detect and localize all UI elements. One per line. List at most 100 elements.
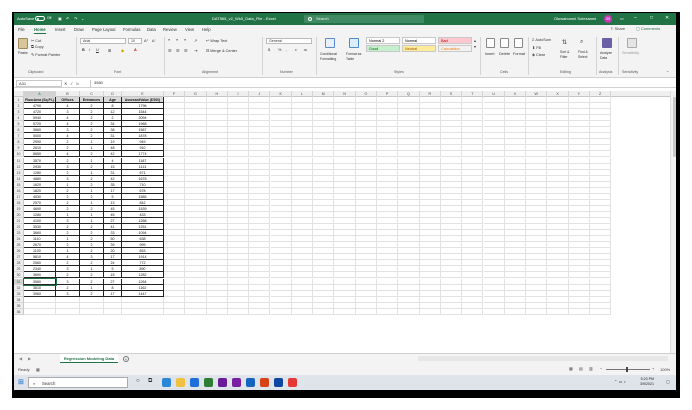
conditional-formatting-icon[interactable] (325, 38, 335, 48)
taskbar-search[interactable]: ⌕ Search (28, 377, 128, 388)
grid-cell[interactable] (56, 308, 80, 315)
customize-qat-icon[interactable]: ⌄ (81, 16, 84, 21)
share-button[interactable]: ⇪ Share (610, 26, 625, 31)
analyze-data-button[interactable]: Analyze Data (600, 51, 616, 61)
grid-cell[interactable] (377, 308, 399, 315)
cell-style-normal-2[interactable]: Normal 2 (366, 37, 400, 44)
grid-cell[interactable] (504, 308, 527, 315)
grid-cell[interactable] (185, 308, 207, 315)
cell-style-good[interactable]: Good (366, 45, 400, 52)
normal-view-icon[interactable]: ▦ (569, 366, 573, 371)
sensitivity-button[interactable]: Sensitivity (622, 51, 639, 55)
outlook-icon[interactable] (274, 378, 283, 387)
merge-center-button[interactable]: ⊟ Merge & Center (206, 48, 237, 53)
indent-icon[interactable]: ⇥ (194, 48, 197, 53)
copy-button[interactable]: ⧉ Copy (31, 45, 44, 49)
tab-home[interactable]: Home (34, 27, 46, 34)
format-cells-icon[interactable] (514, 38, 523, 48)
grid-cell[interactable] (270, 308, 292, 315)
notifications-icon[interactable]: ▢ (666, 379, 670, 384)
delete-button[interactable]: Delete (499, 52, 510, 56)
maximize-button[interactable]: □ (650, 15, 653, 21)
grid-cell[interactable] (291, 308, 314, 315)
conditional-formatting-button[interactable]: Conditional Formatting (320, 52, 346, 62)
worksheet-grid[interactable]: ABCDEFGHIJKLMNOPQRSTUVWXYZ 1 2 3 4 5 6 7 8 9 10 11… (14, 91, 670, 353)
percent-icon[interactable]: % (278, 48, 281, 52)
borders-icon[interactable]: ⊞ (108, 48, 111, 53)
currency-icon[interactable]: $ (268, 48, 270, 52)
word-icon[interactable] (246, 378, 255, 387)
grid-cell[interactable] (122, 308, 164, 315)
grid-cell[interactable] (355, 308, 377, 315)
align-left-icon[interactable]: ☰ (168, 48, 171, 53)
grid-cell[interactable] (462, 308, 484, 315)
grid-cell[interactable] (590, 308, 612, 315)
comma-icon[interactable]: , (286, 48, 287, 52)
tab-page-layout[interactable]: Page Layout (92, 27, 116, 32)
windows-start-icon[interactable]: ⊞ (18, 378, 24, 386)
save-icon[interactable]: ▣ (58, 16, 62, 21)
active-cell[interactable]: 3580 (23, 277, 57, 286)
tab-review[interactable]: Review (163, 27, 177, 32)
cell-style-normal[interactable]: Normal (402, 37, 436, 44)
align-middle-icon[interactable]: ≡ (176, 38, 178, 42)
grid-cell[interactable] (398, 308, 420, 315)
tab-insert[interactable]: Insert (55, 27, 65, 32)
task-view-icon[interactable]: ⧉ (148, 378, 152, 385)
tab-draw[interactable]: Draw (74, 27, 84, 32)
insert-button[interactable]: Insert (485, 52, 495, 56)
align-right-icon[interactable]: ☰ (184, 48, 187, 53)
tab-file[interactable]: File (18, 27, 25, 32)
zoom-in-icon[interactable]: + (652, 366, 654, 371)
sheet-prev-icon[interactable]: ◀ (19, 356, 22, 361)
cancel-icon[interactable]: ✕ (64, 81, 67, 86)
fill-button[interactable]: ⬇ Fill (532, 45, 541, 50)
insert-function-icon[interactable]: fx (76, 81, 79, 86)
mail-icon[interactable] (190, 378, 199, 387)
cell-style-calculation[interactable]: Calculation (438, 45, 472, 52)
font-name-select[interactable]: Arial (80, 38, 126, 44)
shrink-font-icon[interactable]: A⁻ (152, 38, 157, 43)
row-header[interactable]: 36 (14, 308, 24, 315)
cortana-icon[interactable]: ○ (136, 378, 140, 384)
page-layout-view-icon[interactable]: ▤ (579, 366, 583, 371)
analyze-data-icon[interactable] (602, 38, 612, 48)
tab-view[interactable]: View (185, 27, 194, 32)
user-name[interactable]: Oluwabunmi Sotesanmi (554, 16, 596, 21)
grow-font-icon[interactable]: A⁺ (144, 38, 149, 43)
vertical-scrollbar[interactable] (670, 91, 676, 353)
grid-cell[interactable] (526, 308, 548, 315)
grid-cell[interactable] (227, 308, 250, 315)
name-box[interactable]: A31 (16, 80, 62, 87)
tab-formulas[interactable]: Formulas (123, 27, 140, 32)
underline-icon[interactable]: U (96, 48, 99, 52)
bold-icon[interactable]: B (82, 48, 85, 52)
zoom-thumb[interactable] (626, 367, 628, 372)
sort-filter-button[interactable]: Sort & Filter (560, 50, 576, 60)
wrap-text-button[interactable]: ↵ Wrap Text (206, 38, 227, 43)
decrease-decimal-icon[interactable]: .00 (303, 48, 307, 52)
grid-cell[interactable] (568, 308, 590, 315)
grid-cell[interactable] (24, 308, 56, 315)
comments-button[interactable]: ▢ Comments (636, 26, 660, 31)
tab-help[interactable]: Help (202, 27, 211, 32)
cell-style-neutral[interactable]: Neutral (402, 45, 436, 52)
teams-icon[interactable] (218, 378, 227, 387)
paste-icon[interactable] (18, 38, 28, 49)
close-button[interactable]: ✕ (665, 15, 669, 21)
grid-cell[interactable] (206, 308, 228, 315)
edge-icon[interactable] (162, 378, 171, 387)
powerpoint-icon[interactable] (260, 378, 269, 387)
font-color-icon[interactable]: A (134, 48, 137, 52)
grid-cell[interactable] (419, 308, 441, 315)
styles-scroll-up-icon[interactable]: ▴ (474, 38, 476, 43)
search-box[interactable]: Search (304, 15, 424, 23)
format-table-icon[interactable] (349, 38, 359, 48)
grid-cell[interactable] (164, 308, 186, 315)
excel-taskbar-icon[interactable] (204, 378, 213, 387)
insert-cells-icon[interactable] (486, 38, 495, 48)
cut-button[interactable]: ✂ Cut (31, 38, 41, 43)
number-format-select[interactable]: General (266, 38, 312, 44)
formula-input[interactable]: 3580 (90, 80, 670, 87)
cell-style-bad[interactable]: Bad (438, 37, 472, 44)
